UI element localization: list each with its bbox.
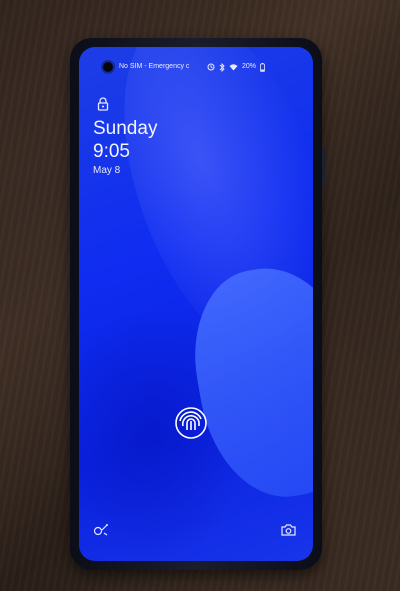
fingerprint-icon[interactable] bbox=[174, 406, 208, 440]
status-icons: 20% bbox=[207, 62, 265, 72]
power-button bbox=[322, 148, 325, 186]
voice-assistant-icon[interactable] bbox=[93, 523, 109, 537]
photo-scene: No SIM - Emergency c 20% Sunday 9:05 May… bbox=[0, 0, 400, 591]
front-camera bbox=[103, 62, 113, 72]
battery-icon bbox=[260, 62, 265, 72]
wifi-icon bbox=[229, 64, 238, 71]
battery-percent: 20% bbox=[242, 63, 257, 70]
phone: No SIM - Emergency c 20% Sunday 9:05 May… bbox=[70, 38, 325, 570]
bluetooth-icon bbox=[219, 62, 225, 72]
carrier-status: No SIM - Emergency c bbox=[119, 63, 190, 70]
lock-icon bbox=[97, 97, 109, 111]
clock-time: 9:05 bbox=[93, 141, 130, 162]
day-of-week: Sunday bbox=[93, 118, 158, 139]
calendar-date: May 8 bbox=[93, 165, 121, 176]
lock-screen: No SIM - Emergency c 20% Sunday 9:05 May… bbox=[79, 47, 313, 561]
camera-icon[interactable] bbox=[281, 523, 296, 536]
data-saver-icon bbox=[207, 63, 215, 71]
